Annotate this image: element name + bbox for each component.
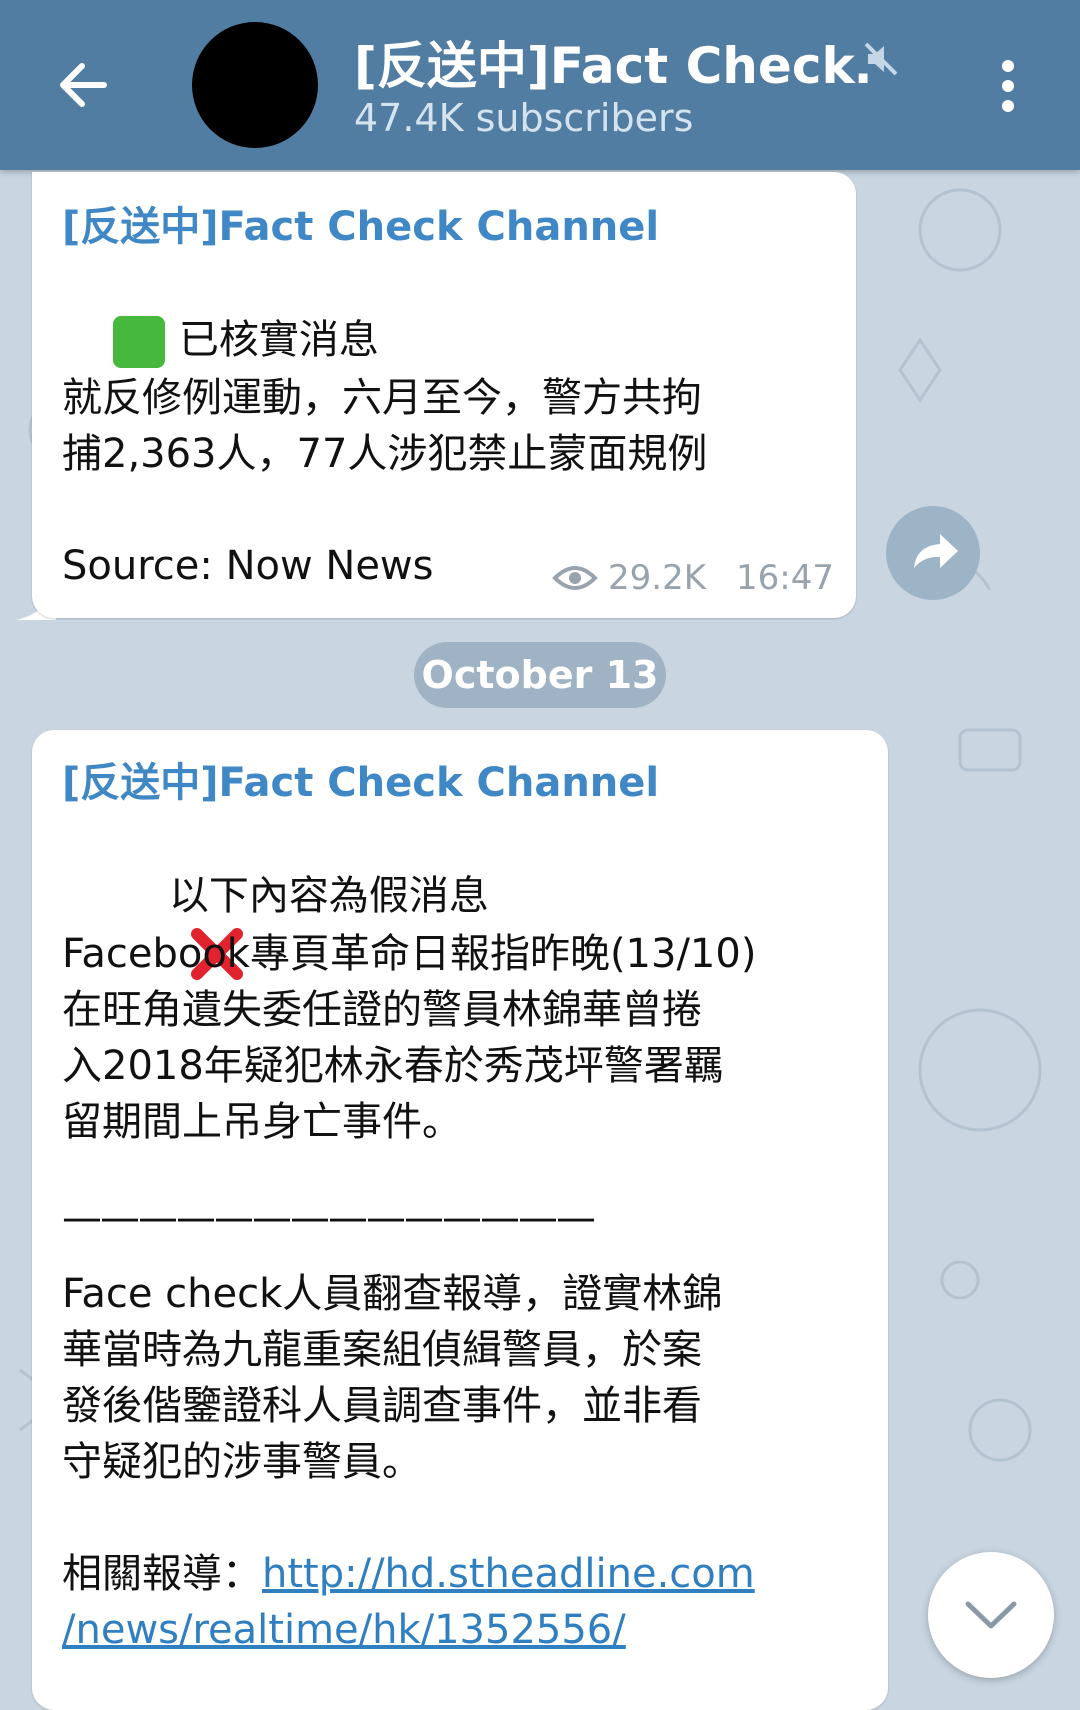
message-body-line: 華當時為九龍重案組偵緝警員，於案 xyxy=(62,1327,702,1373)
date-separator: October 13 xyxy=(414,642,666,708)
message-sender[interactable]: [反送中]Fact Check Channel xyxy=(62,750,659,808)
tag-line-text: 以下內容為假消息 xyxy=(168,873,489,919)
channel-title[interactable]: [反送中]Fact Check… xyxy=(354,26,874,92)
related-label: 相關報導： xyxy=(62,1551,262,1597)
chevron-down-icon xyxy=(965,1601,1017,1629)
message-bubble[interactable]: [反送中]Fact Check Channel 已核實消息 就反修例運動，六月至… xyxy=(32,172,856,618)
subscriber-count: 47.4K subscribers xyxy=(354,96,694,140)
share-button[interactable] xyxy=(886,506,980,600)
check-mark-icon xyxy=(112,316,233,413)
eye-icon xyxy=(552,566,598,590)
more-vert-icon[interactable] xyxy=(990,58,1026,114)
message-source: Source: Now News xyxy=(62,543,434,589)
message-meta: 29.2K 16:47 xyxy=(552,558,834,598)
related-link-line: /news/realtime/hk/1352556/ xyxy=(62,1602,626,1658)
message-divider: —————————————— xyxy=(62,1195,596,1241)
share-icon xyxy=(914,534,958,568)
message-body-line: 守疑犯的涉事警員。 xyxy=(62,1439,422,1485)
cross-mark-icon xyxy=(113,870,244,980)
tag-line-text: 已核實消息 xyxy=(178,317,379,363)
channel-header: [反送中]Fact Check… 47.4K subscribers xyxy=(0,0,1080,170)
message-body-line: 入2018年疑犯林永春於秀茂坪警署羈 xyxy=(62,1043,724,1089)
related-link-line: 相關報導：http://hd.stheadline.com xyxy=(62,1546,755,1602)
message-body-line: Face check人員翻查報導，證實林錦 xyxy=(62,1271,723,1317)
message-body-line: 就反修例運動，六月至今，警方共拘 xyxy=(62,375,702,421)
message-body-line: Facebook專頁革命日報指昨晚(13/10) xyxy=(62,931,757,977)
scroll-down-button[interactable] xyxy=(928,1552,1054,1678)
message-time: 16:47 xyxy=(736,558,834,598)
mute-icon xyxy=(864,42,898,76)
view-count: 29.2K xyxy=(608,558,707,598)
message-body-line: 留期間上吊身亡事件。 xyxy=(62,1099,462,1145)
message-body-line: 捕2,363人，77人涉犯禁止蒙面規例 xyxy=(62,431,708,477)
message-body-line: 發後偕鑒證科人員調查事件，並非看 xyxy=(62,1383,702,1429)
message-bubble[interactable]: [反送中]Fact Check Channel 以下內容為假消息 Faceboo… xyxy=(32,730,888,1710)
article-link-continued[interactable]: /news/realtime/hk/1352556/ xyxy=(62,1607,626,1653)
article-link[interactable]: http://hd.stheadline.com xyxy=(262,1551,755,1597)
message-body-line: 在旺角遺失委任證的警員林錦華曾捲 xyxy=(62,987,702,1033)
message-sender[interactable]: [反送中]Fact Check Channel xyxy=(62,194,659,252)
channel-avatar[interactable] xyxy=(192,22,318,148)
back-arrow-icon[interactable] xyxy=(48,50,118,120)
